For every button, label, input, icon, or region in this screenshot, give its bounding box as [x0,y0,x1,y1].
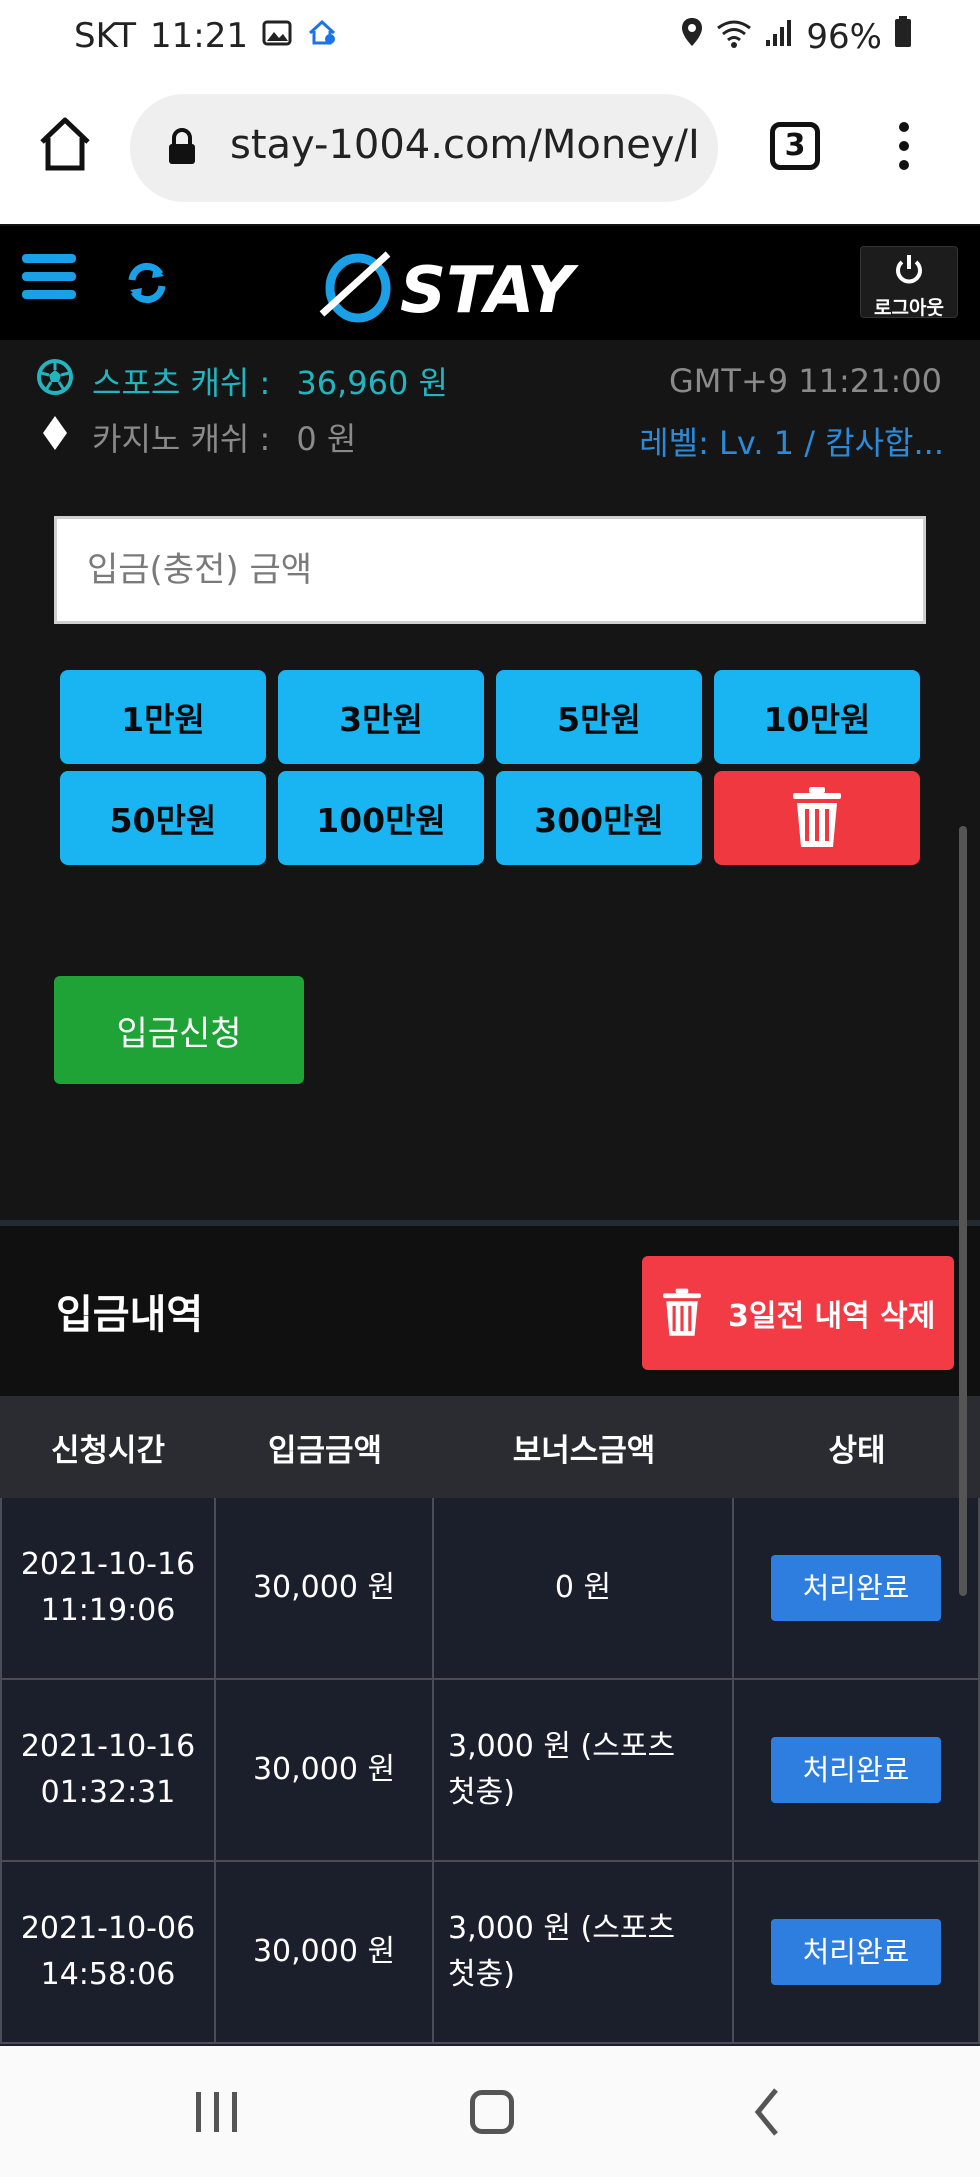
smart-home-icon [306,16,338,56]
cell-status: 처리완료 [734,1680,980,1860]
sports-cash-row: 스포츠 캐쉬 : 36,960 원 [36,358,448,404]
system-status-bar: SKT 11:21 96% [0,0,980,76]
logout-label: 로그아웃 [874,297,944,319]
history-title: 입금내역 [56,1292,204,1338]
logo-text: STAY [400,254,579,326]
recent-apps-button[interactable] [196,2092,240,2132]
deposit-submit-button[interactable]: 입금신청 [54,976,304,1084]
site-logo[interactable]: STAY [318,246,668,328]
diamond-icon [36,414,74,460]
url-text: stay-1004.com/Money/I [230,122,700,168]
delete-old-history-button[interactable]: 3일전 내역 삭제 [642,1256,954,1370]
browser-home-button[interactable] [38,116,92,172]
cell-clock: 11:19:06 [40,1593,176,1628]
table-row: 2021-10-06 14:58:06 30,000 원 3,000 원 (스포츠… [0,1862,980,2044]
status-badge[interactable]: 처리완료 [771,1737,941,1803]
deposit-form: 1만원 3만원 5만원 10만원 50만원 100만원 300만원 입금신청 [0,470,980,1222]
menu-icon[interactable] [22,254,76,306]
system-home-button[interactable] [470,2090,514,2134]
cell-date: 2021-10-16 [20,1547,196,1582]
tab-switcher-button[interactable]: 3 [770,122,820,170]
browser-toolbar: stay-1004.com/Money/I 3 [0,76,980,224]
cell-status: 처리완료 [734,1862,980,2042]
delete-old-history-label: 3일전 내역 삭제 [728,1299,936,1334]
wifi-icon [716,17,752,57]
system-navigation-bar [0,2046,980,2177]
clear-amount-button[interactable] [714,771,920,865]
trash-icon [793,787,841,847]
casino-cash-label: 카지노 캐쉬 : [92,420,271,458]
cell-bonus-text: 3,000 원 (스포츠 첫충) [448,1729,676,1810]
battery-icon [894,16,912,57]
clock-label: 11:21 [150,16,248,56]
back-button[interactable] [752,2086,782,2142]
location-icon [680,16,704,57]
site-header: STAY 로그아웃 [0,226,980,340]
cell-clock: 14:58:06 [40,1957,176,1992]
cell-amount: 30,000 원 [216,1680,434,1860]
cell-time: 2021-10-06 14:58:06 [0,1862,216,2042]
battery-percent: 96% [806,16,882,57]
history-table-header: 신청시간 입금금액 보너스금액 상태 [0,1396,980,1498]
column-header-time: 신청시간 [50,1432,166,1469]
cell-time: 2021-10-16 01:32:31 [0,1680,216,1860]
casino-cash-value: 0 원 [296,420,357,458]
balance-info: 스포츠 캐쉬 : 36,960 원 카지노 캐쉬 : 0 원 GMT+9 11:… [0,340,980,470]
status-left: SKT 11:21 [74,16,338,56]
status-badge[interactable]: 처리완료 [771,1919,941,1985]
server-clock: GMT+9 11:21:00 [668,362,942,400]
cell-bonus-text: 3,000 원 (스포츠 첫충) [448,1911,676,1992]
cell-bonus: 0 원 [434,1498,734,1678]
amount-button-5[interactable]: 5만원 [496,670,702,764]
table-row: 2021-10-16 01:32:31 30,000 원 3,000 원 (스포츠… [0,1680,980,1862]
status-badge[interactable]: 처리완료 [771,1555,941,1621]
back-chevron-icon [754,2088,778,2136]
carrier-label: SKT [74,16,137,56]
deposit-amount-input[interactable] [54,516,926,624]
column-header-bonus: 보너스금액 [512,1432,656,1469]
table-row: 2021-10-16 11:19:06 30,000 원 0 원 처리완료 [0,1498,980,1680]
refresh-icon[interactable] [124,260,170,310]
deposit-history-header: 입금내역 3일전 내역 삭제 [0,1226,980,1396]
user-level[interactable]: 레벨: Lv. 1 / 캄사합... [639,418,944,464]
soccer-ball-icon [36,358,74,404]
amount-button-50[interactable]: 50만원 [60,771,266,865]
history-table-body: 2021-10-16 11:19:06 30,000 원 0 원 처리완료 202… [0,1498,980,2046]
lock-icon [166,128,198,170]
status-right: 96% [680,16,912,57]
cell-amount: 30,000 원 [216,1862,434,2042]
home-icon [40,117,90,171]
amount-button-1[interactable]: 1만원 [60,670,266,764]
column-header-status: 상태 [828,1432,886,1469]
cell-bonus: 3,000 원 (스포츠 첫충) [434,1680,734,1860]
cell-date: 2021-10-16 [20,1729,196,1764]
address-bar[interactable]: stay-1004.com/Money/I [130,94,718,202]
logout-button[interactable]: 로그아웃 [860,246,958,319]
amount-button-3[interactable]: 3만원 [278,670,484,764]
cell-clock: 01:32:31 [40,1775,176,1810]
browser-menu-button[interactable] [894,122,914,178]
cell-date: 2021-10-06 [20,1911,196,1946]
cell-bonus: 3,000 원 (스포츠 첫충) [434,1862,734,2042]
gallery-icon [262,16,292,56]
amount-button-300[interactable]: 300만원 [496,771,702,865]
sports-cash-label: 스포츠 캐쉬 : [92,364,271,402]
sports-cash-value: 36,960 원 [296,364,448,402]
power-icon [896,255,922,284]
column-header-amount: 입금금액 [267,1432,383,1469]
cell-status: 처리완료 [734,1498,980,1678]
amount-button-100[interactable]: 100만원 [278,771,484,865]
amount-button-10[interactable]: 10만원 [714,670,920,764]
page-scrollbar[interactable] [959,826,967,1596]
signal-icon [764,17,794,57]
cell-time: 2021-10-16 11:19:06 [0,1498,216,1678]
trash-icon [663,1288,701,1336]
cell-amount: 30,000 원 [216,1498,434,1678]
casino-cash-row: 카지노 캐쉬 : 0 원 [36,414,356,460]
